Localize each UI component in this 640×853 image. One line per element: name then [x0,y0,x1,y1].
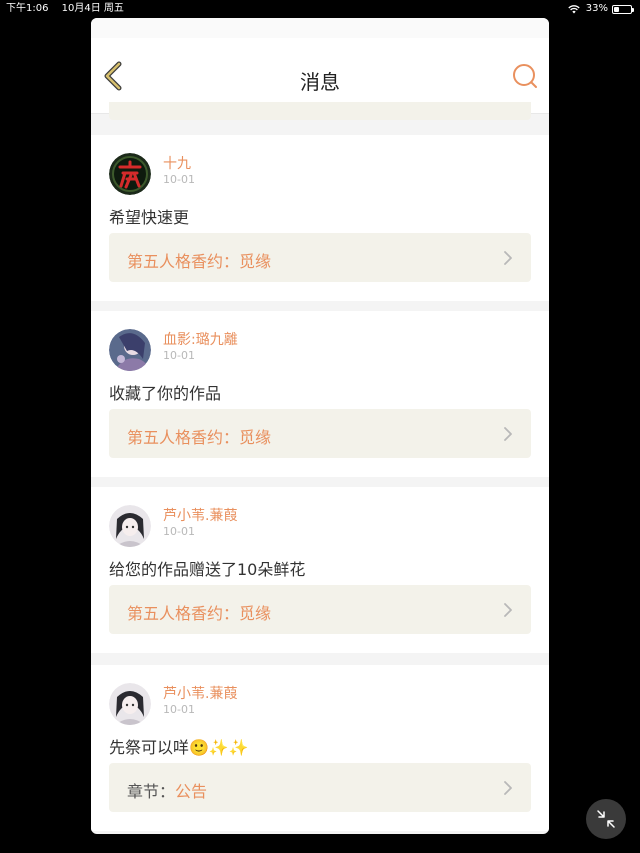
status-bar: 下午1:06 10月4日 周五 33% [0,0,640,18]
message-date: 10-01 [163,525,195,538]
status-right: 33% [568,0,634,18]
header-top-strip [91,18,549,38]
battery-percent: 33% [585,3,608,14]
anime-girl-avatar [109,329,151,371]
message-text: 先祭可以咩🙂✨✨ [109,738,249,757]
message-text: 希望快速更 [109,208,190,227]
anime-girl-avatar [109,683,151,725]
chevron-right-icon [504,251,512,265]
work-name: 第五人格香约：觅缘 [127,604,272,623]
sender-name[interactable]: 芦小苇.蒹葭 [163,683,237,703]
work-title: 第五人格香约：觅缘 [127,600,271,624]
wifi-icon [568,4,580,13]
message-item: 芦小苇.蒹葭 10-01 给您的作品赠送了10朵鲜花 第五人格香约：觅缘 [91,487,549,653]
chevron-right-icon [504,427,512,441]
night-character-avatar [109,153,151,195]
message-date: 10-01 [163,703,195,716]
status-left: 下午1:06 10月4日 周五 [6,0,134,18]
page-title: 消息 [300,70,340,94]
avatar[interactable] [109,329,151,371]
message-text: 收藏了你的作品 [109,384,222,403]
work-title: 章节：公告 [127,778,207,802]
avatar[interactable] [109,683,151,725]
anime-girl-avatar [109,505,151,547]
work-prefix: 章节： [127,782,176,801]
avatar[interactable] [109,153,151,195]
work-link-card[interactable]: 第五人格香约：觅缘 [109,585,531,634]
message-date: 10-01 [163,349,195,362]
work-link-card[interactable]: 第五人格香约：觅缘 [109,409,531,458]
previous-card-peek [109,102,531,120]
sender-name[interactable]: 十九 [163,153,191,173]
status-date: 10月4日 周五 [61,3,124,14]
work-title: 第五人格香约：觅缘 [127,248,271,272]
messages-panel: 消息 十九 10-01 希望快速更 第五人格香约：觅缘 血影:璐九離 10-01… [91,18,549,834]
sender-name[interactable]: 血影:璐九離 [163,329,238,349]
minimize-arrows-icon [597,810,615,828]
work-title: 第五人格香约：觅缘 [127,424,271,448]
minimize-button[interactable] [586,799,626,839]
message-item: 十九 10-01 希望快速更 第五人格香约：觅缘 [91,135,549,301]
avatar[interactable] [109,505,151,547]
battery-fill [614,6,619,12]
sender-name[interactable]: 芦小苇.蒹葭 [163,505,237,525]
work-name: 第五人格香约：觅缘 [127,428,272,447]
message-text: 给您的作品赠送了10朵鲜花 [109,560,306,579]
work-link-card[interactable]: 第五人格香约：觅缘 [109,233,531,282]
work-name: 第五人格香约：觅缘 [127,252,272,271]
chevron-right-icon [504,603,512,617]
chevron-right-icon [504,781,512,795]
message-item: 血影:璐九離 10-01 收藏了你的作品 第五人格香约：觅缘 [91,311,549,477]
battery-icon [612,4,634,14]
message-item: 芦小苇.蒹葭 10-01 先祭可以咩🙂✨✨ 章节：公告 [91,665,549,831]
status-time: 下午1:06 [6,3,49,14]
chapter-link-card[interactable]: 章节：公告 [109,763,531,812]
message-date: 10-01 [163,173,195,186]
search-icon[interactable] [511,62,539,90]
work-name: 公告 [175,782,208,801]
